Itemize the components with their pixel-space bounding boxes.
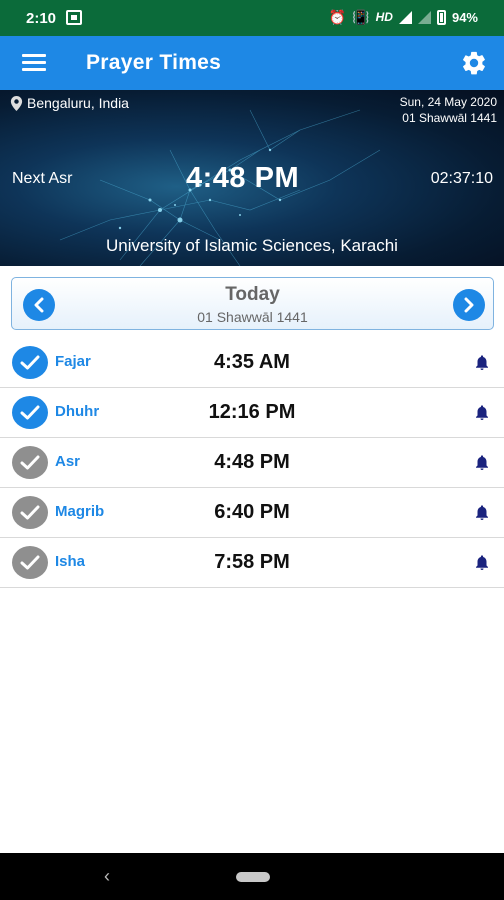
prayer-time: 6:40 PM	[214, 501, 290, 523]
bell-icon[interactable]	[473, 503, 491, 522]
app-bar: Prayer Times	[0, 36, 504, 90]
location-label: Bengaluru, India	[27, 95, 129, 111]
location: Bengaluru, India	[10, 95, 129, 111]
bell-icon[interactable]	[473, 553, 491, 572]
system-navigation-bar: ‹	[0, 853, 504, 900]
date-navigator: Today 01 Shawwāl 1441	[11, 277, 494, 330]
battery-icon	[436, 9, 446, 25]
prayer-time: 4:48 PM	[214, 451, 290, 473]
location-pin-icon	[10, 95, 23, 111]
gregorian-date: Sun, 24 May 2020	[399, 95, 497, 109]
screenshot-icon	[66, 10, 82, 25]
prayer-list: Fajar 4:35 AM Dhuhr 12:16 PM Asr 4:48 PM…	[0, 338, 504, 588]
prayer-row-isha: Isha 7:58 PM	[0, 538, 504, 588]
date-hijri: 01 Shawwāl 1441	[197, 309, 308, 325]
vibrate-icon: 📳	[352, 9, 370, 25]
prayer-time: 4:35 AM	[214, 351, 290, 373]
countdown-timer: 02:37:10	[430, 170, 493, 187]
signal-secondary-icon	[417, 10, 431, 24]
status-time: 2:10	[26, 10, 57, 27]
status-icons: ⏰ 📳 HD 94%	[329, 9, 478, 25]
chevron-right-icon	[464, 297, 474, 313]
next-prayer-header: Bengaluru, India Sun, 24 May 2020 01 Sha…	[0, 90, 504, 266]
home-pill[interactable]	[236, 872, 270, 882]
signal-icon	[398, 10, 412, 24]
app-title: Prayer Times	[86, 51, 222, 74]
bell-icon[interactable]	[473, 353, 491, 372]
back-icon[interactable]: ‹	[104, 866, 110, 887]
calculation-method: University of Islamic Sciences, Karachi	[106, 236, 398, 255]
date-title: Today	[225, 284, 280, 305]
next-prayer-time: 4:48 PM	[186, 162, 300, 194]
alarm-icon: ⏰	[328, 9, 347, 25]
prayer-row-magrib: Magrib 6:40 PM	[0, 488, 504, 538]
prayer-row-asr: Asr 4:48 PM	[0, 438, 504, 488]
prayer-time: 7:58 PM	[214, 551, 290, 573]
prayer-row-dhuhr: Dhuhr 12:16 PM	[0, 388, 504, 438]
menu-icon[interactable]	[22, 54, 46, 72]
bell-icon[interactable]	[473, 453, 491, 472]
status-bar: 2:10 ⏰ 📳 HD 94%	[0, 0, 504, 36]
gear-icon[interactable]	[460, 49, 488, 77]
prayer-row-fajar: Fajar 4:35 AM	[0, 338, 504, 388]
bell-icon[interactable]	[473, 403, 491, 422]
battery-percent: 94%	[451, 9, 478, 25]
hd-indicator: HD	[375, 10, 393, 24]
next-prayer-label: Next Asr	[12, 170, 73, 187]
next-day-button[interactable]	[453, 289, 485, 321]
prayer-time: 12:16 PM	[208, 401, 296, 423]
hijri-date: 01 Shawwāl 1441	[402, 111, 497, 125]
